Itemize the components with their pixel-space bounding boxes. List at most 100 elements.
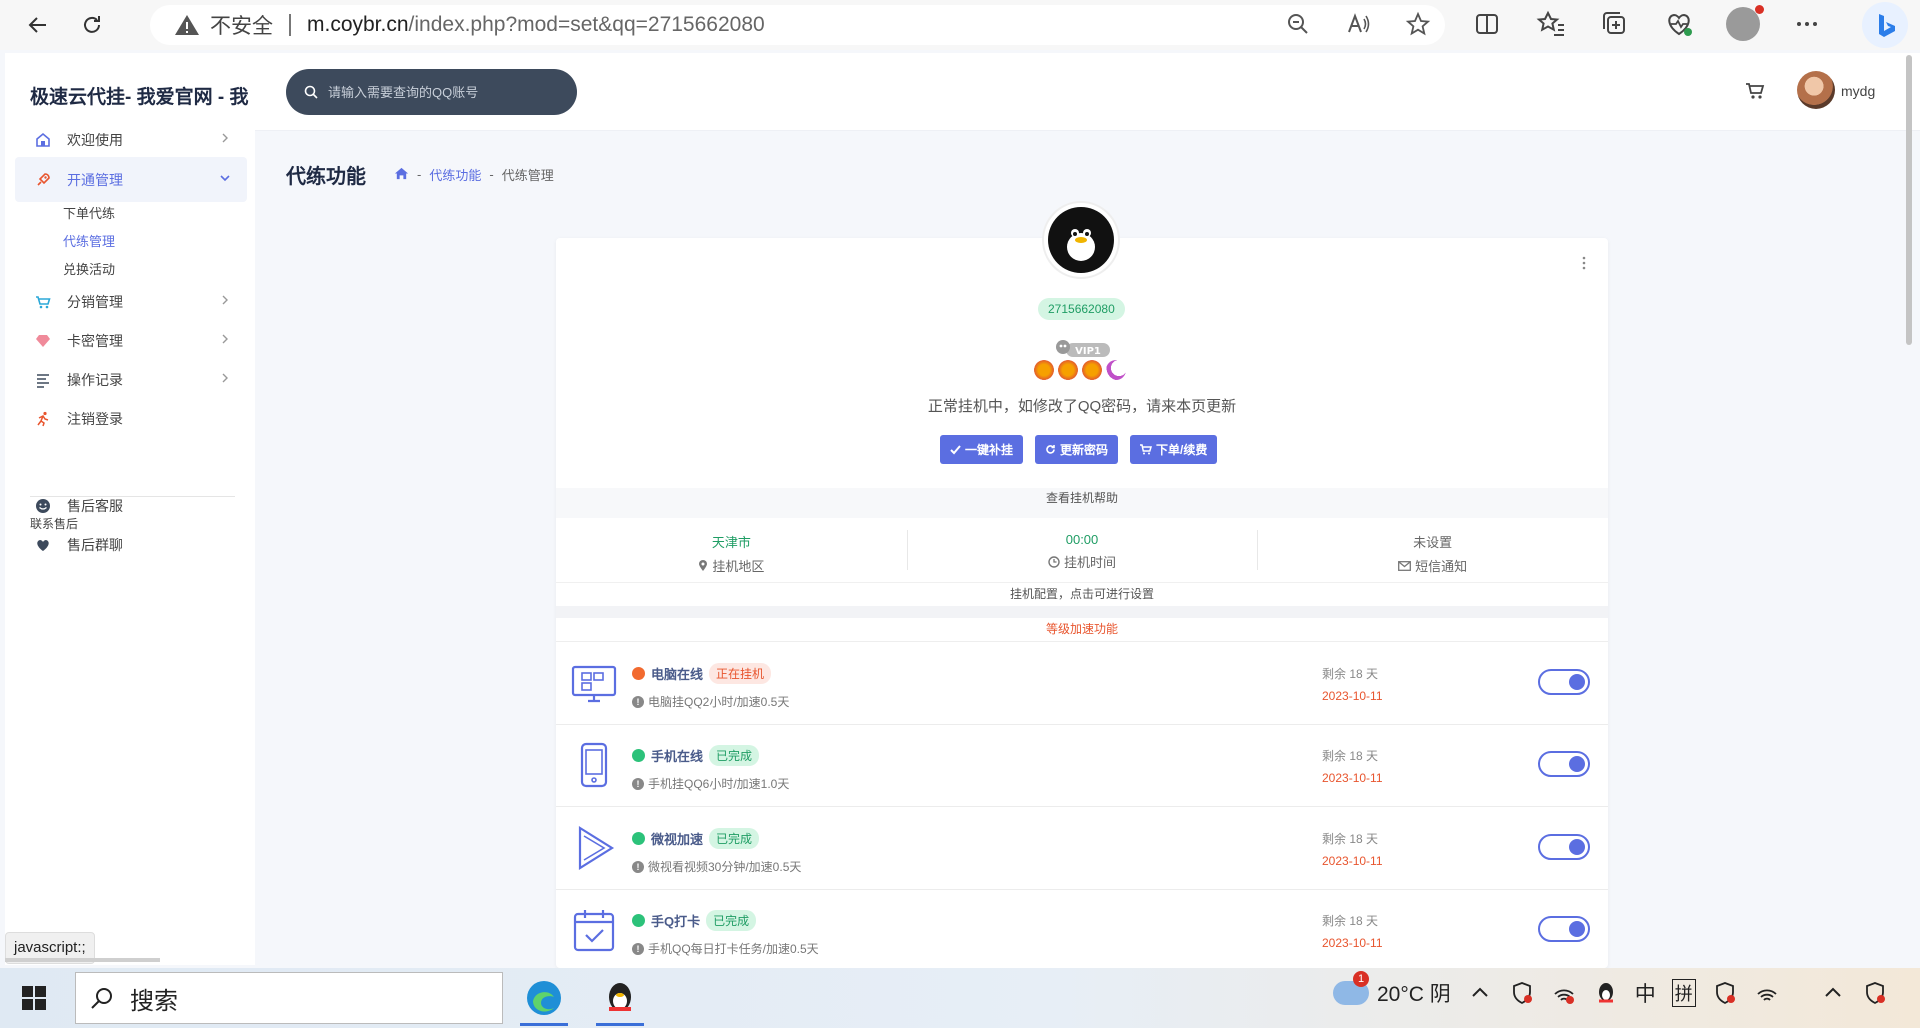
qq-search-box[interactable] <box>286 69 577 115</box>
horizontal-scrollbar[interactable] <box>5 958 160 962</box>
insecure-label: 不安全 <box>210 15 273 38</box>
hang-help-link[interactable]: 查看挂机帮助 <box>556 488 1608 518</box>
search-input[interactable] <box>328 84 558 100</box>
qq-taskbar-app[interactable] <box>596 974 644 1026</box>
profile-avatar[interactable] <box>1726 5 1764 41</box>
more-vertical-icon[interactable] <box>1582 256 1586 270</box>
sidebar-item-label: 分销管理 <box>67 293 123 310</box>
feature-toggle[interactable] <box>1538 669 1590 695</box>
expire-date: 2023-10-11 <box>1322 854 1383 868</box>
chevron-up-icon[interactable] <box>1820 980 1846 1006</box>
chevron-right-icon <box>222 373 228 383</box>
taskbar-search-label: 搜索 <box>130 987 178 1015</box>
favorite-star-icon[interactable] <box>1405 11 1431 37</box>
active-app-indicator <box>596 1023 644 1026</box>
qq-tray-icon[interactable] <box>1593 980 1619 1006</box>
feature-toggle[interactable] <box>1538 751 1590 777</box>
edge-taskbar-app[interactable] <box>520 974 568 1026</box>
sidebar-item-welcome[interactable]: 欢迎使用 <box>15 117 247 162</box>
bing-copilot-button[interactable] <box>1862 2 1908 48</box>
browser-essentials-icon[interactable] <box>1662 7 1696 41</box>
feature-toggle[interactable] <box>1538 834 1590 860</box>
shield-icon[interactable] <box>1509 980 1535 1006</box>
feature-name: 手Q打卡 <box>651 914 701 929</box>
feature-name: 电脑在线 <box>651 667 704 682</box>
feature-toggle[interactable] <box>1538 916 1590 942</box>
stat-time[interactable]: 00:00 挂机时间 <box>906 518 1258 582</box>
notification-shield-icon[interactable] <box>1862 980 1888 1006</box>
feature-row-weishi: 微视加速 已完成 ! 微视看视频30分钟/加速0.5天 剩余 18 天 2023-… <box>556 808 1608 890</box>
weather-widget[interactable]: 1 20°C 阴 <box>1333 971 1451 1008</box>
info-icon: ! <box>632 777 644 790</box>
more-options-icon[interactable] <box>1790 7 1824 41</box>
sidebar-item-label: 操作记录 <box>67 371 123 388</box>
refresh-icon <box>1046 445 1055 454</box>
ime-mode[interactable]: 中 <box>1635 978 1656 1008</box>
network-icon[interactable] <box>1754 980 1780 1006</box>
features-title: 等级加速功能 <box>556 618 1608 642</box>
url-host: m.coybr.cn <box>307 13 409 36</box>
sidebar-item-label: 开通管理 <box>67 171 123 188</box>
stat-value: 未设置 <box>1413 535 1453 550</box>
sub-item-order[interactable]: 下单代练 <box>63 203 115 222</box>
chevron-up-icon[interactable] <box>1467 980 1493 1006</box>
sidebar-item-label: 卡密管理 <box>67 332 123 349</box>
defender-icon[interactable] <box>1712 980 1738 1006</box>
stat-sms[interactable]: 未设置 短信通知 <box>1257 518 1608 582</box>
stat-value: 天津市 <box>711 535 751 550</box>
address-bar[interactable]: 不安全 m.coybr.cn/index.php?mod=set&qq=2715… <box>150 5 1445 45</box>
sidebar: 极速云代挂- 我爱官网 - 我 欢迎使用 开通管理 下单代练 代练管理 兑换活动… <box>5 53 255 965</box>
search-icon <box>304 85 318 99</box>
username[interactable]: mydg <box>1841 83 1875 99</box>
breadcrumb-sep: - <box>489 167 494 182</box>
feature-desc: 手机QQ每日打卡任务/加速0.5天 <box>648 942 819 956</box>
home-icon[interactable] <box>394 166 409 184</box>
page-title: 代练功能 <box>286 166 366 188</box>
status-tag: 已完成 <box>709 745 760 766</box>
rocket-icon <box>33 170 53 190</box>
sidebar-item-label: 注销登录 <box>67 410 123 427</box>
button-label: 更新密码 <box>1060 443 1109 457</box>
update-password-button[interactable]: 更新密码 <box>1035 435 1119 464</box>
brand-title[interactable]: 极速云代挂- 我爱官网 - 我 <box>30 82 255 109</box>
url-path: /index.php?mod=set&qq=2715662080 <box>408 13 765 36</box>
repair-hang-button[interactable]: 一键补挂 <box>940 435 1024 464</box>
home-icon <box>33 130 53 150</box>
taskbar-search[interactable]: 搜索 <box>75 972 503 1024</box>
wifi-icon[interactable] <box>1551 980 1577 1006</box>
split-screen-icon[interactable] <box>1470 7 1504 41</box>
chevron-right-icon <box>222 133 228 143</box>
zoom-out-icon[interactable] <box>1285 11 1311 37</box>
info-icon: ! <box>632 695 644 708</box>
read-aloud-icon[interactable] <box>1345 11 1371 37</box>
stat-region[interactable]: 天津市 挂机地区 <box>556 518 907 582</box>
back-button[interactable] <box>16 3 60 47</box>
favorites-icon[interactable] <box>1534 7 1568 41</box>
address-separator <box>289 14 291 36</box>
order-renew-button[interactable]: 下单/续费 <box>1130 435 1218 464</box>
sidebar-item-group[interactable]: 售后群聊 <box>15 522 247 567</box>
cart-icon[interactable] <box>1745 81 1765 101</box>
status-dot <box>632 914 645 927</box>
cloud-icon: 1 <box>1333 971 1369 1005</box>
refresh-button[interactable] <box>70 3 114 47</box>
breadcrumb-link[interactable]: 代练功能 <box>429 165 481 184</box>
mail-icon <box>1398 560 1412 571</box>
ime-pinyin[interactable]: 拼 <box>1671 979 1696 1007</box>
user-avatar[interactable] <box>1797 71 1835 109</box>
url-text[interactable]: m.coybr.cn/index.php?mod=set&qq=27156620… <box>307 13 765 37</box>
location-pin-icon <box>699 559 708 571</box>
sun-icon <box>1082 360 1102 380</box>
sub-item-redeem[interactable]: 兑换活动 <box>63 259 115 278</box>
sidebar-item-logout[interactable]: 注销登录 <box>15 396 247 441</box>
sidebar-item-label: 欢迎使用 <box>67 131 123 148</box>
sidebar-item-activation[interactable]: 开通管理 <box>15 157 247 202</box>
vertical-scrollbar[interactable] <box>1906 55 1912 345</box>
remaining-days: 剩余 18 天 <box>1322 832 1379 846</box>
collections-icon[interactable] <box>1598 7 1632 41</box>
config-hint[interactable]: 挂机配置，点击可进行设置 <box>556 582 1608 606</box>
sub-item-manage[interactable]: 代练管理 <box>63 231 115 250</box>
check-icon <box>950 445 961 455</box>
sidebar-item-label: 售后群聊 <box>67 536 123 553</box>
windows-start-icon[interactable] <box>14 982 54 1014</box>
